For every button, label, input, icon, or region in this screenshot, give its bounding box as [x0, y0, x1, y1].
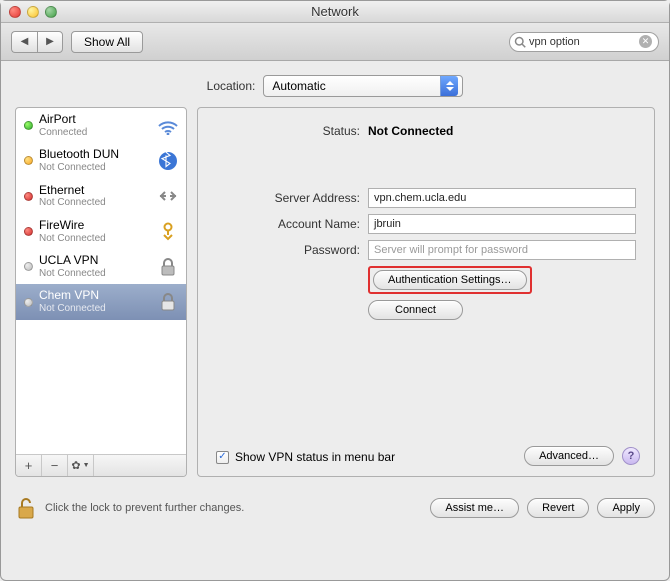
sidebar-item-firewire[interactable]: FireWireNot Connected	[16, 214, 186, 249]
firewire-icon	[156, 220, 180, 244]
search-field[interactable]: vpn option ✕	[509, 32, 659, 52]
location-row: Location: Automatic	[1, 61, 669, 107]
sidebar-item-airport[interactable]: AirPortConnected	[16, 108, 186, 143]
password-input[interactable]: Server will prompt for password	[368, 240, 636, 260]
toolbar: ◀ ▶ Show All vpn option ✕	[1, 23, 669, 61]
service-status: Not Connected	[39, 268, 152, 280]
search-icon	[514, 36, 526, 48]
detail-panel: Status: Not Connected Server Address: vp…	[197, 107, 655, 477]
main-area: AirPortConnectedBluetooth DUNNot Connect…	[1, 107, 669, 487]
status-dot-icon	[24, 192, 33, 201]
sidebar-footer: + − ✿▼	[16, 454, 186, 476]
lock-icon[interactable]	[15, 495, 37, 521]
service-name: Chem VPN	[39, 289, 152, 303]
service-actions-button[interactable]: ✿▼	[68, 455, 94, 476]
services-list: AirPortConnectedBluetooth DUNNot Connect…	[16, 108, 186, 454]
service-name: Ethernet	[39, 184, 152, 198]
status-value: Not Connected	[368, 124, 453, 138]
service-name: AirPort	[39, 113, 152, 127]
service-status: Not Connected	[39, 197, 152, 209]
password-label: Password:	[198, 243, 360, 257]
apply-button[interactable]: Apply	[597, 498, 655, 518]
sidebar-item-ucla-vpn[interactable]: UCLA VPNNot Connected	[16, 249, 186, 284]
status-dot-icon	[24, 121, 33, 130]
dropdown-arrows-icon	[440, 76, 458, 96]
sidebar-item-bluetooth-dun[interactable]: Bluetooth DUNNot Connected	[16, 143, 186, 178]
assist-me-button[interactable]: Assist me…	[430, 498, 519, 518]
bluetooth-icon	[156, 149, 180, 173]
ethernet-icon	[156, 184, 180, 208]
back-button[interactable]: ◀	[11, 31, 37, 53]
titlebar: Network	[1, 1, 669, 23]
airport-icon	[156, 114, 180, 138]
vpn-icon	[156, 290, 180, 314]
account-name-input[interactable]: jbruin	[368, 214, 636, 234]
vpn-icon	[156, 255, 180, 279]
service-status: Not Connected	[39, 162, 152, 174]
window-title: Network	[1, 4, 669, 19]
location-value: Automatic	[272, 79, 325, 93]
clear-search-icon[interactable]: ✕	[639, 35, 652, 48]
show-vpn-status-row: ✓ Show VPN status in menu bar	[216, 450, 395, 464]
location-select[interactable]: Automatic	[263, 75, 463, 97]
advanced-button[interactable]: Advanced…	[524, 446, 614, 466]
server-address-input[interactable]: vpn.chem.ucla.edu	[368, 188, 636, 208]
show-vpn-status-label: Show VPN status in menu bar	[235, 450, 395, 464]
status-dot-icon	[24, 156, 33, 165]
forward-button[interactable]: ▶	[37, 31, 63, 53]
service-name: FireWire	[39, 219, 152, 233]
service-status: Not Connected	[39, 233, 152, 245]
service-status: Not Connected	[39, 303, 152, 315]
service-status: Connected	[39, 127, 152, 139]
service-name: Bluetooth DUN	[39, 148, 152, 162]
service-name: UCLA VPN	[39, 254, 152, 268]
sidebar-item-ethernet[interactable]: EthernetNot Connected	[16, 179, 186, 214]
connect-button[interactable]: Connect	[368, 300, 463, 320]
revert-button[interactable]: Revert	[527, 498, 589, 518]
services-sidebar: AirPortConnectedBluetooth DUNNot Connect…	[15, 107, 187, 477]
nav-segment: ◀ ▶	[11, 31, 63, 53]
account-name-label: Account Name:	[198, 217, 360, 231]
highlight-annotation: Authentication Settings…	[368, 266, 532, 294]
authentication-settings-button[interactable]: Authentication Settings…	[373, 270, 527, 290]
search-text: vpn option	[529, 36, 639, 48]
status-label: Status:	[198, 124, 360, 138]
location-label: Location:	[207, 79, 256, 93]
bottom-bar: Click the lock to prevent further change…	[1, 487, 669, 531]
status-dot-icon	[24, 227, 33, 236]
status-dot-icon	[24, 298, 33, 307]
lock-text: Click the lock to prevent further change…	[45, 502, 244, 514]
remove-service-button[interactable]: −	[42, 455, 68, 476]
add-service-button[interactable]: +	[16, 455, 42, 476]
show-vpn-status-checkbox[interactable]: ✓	[216, 451, 229, 464]
server-address-label: Server Address:	[198, 191, 360, 205]
status-dot-icon	[24, 262, 33, 271]
show-all-button[interactable]: Show All	[71, 31, 143, 53]
sidebar-item-chem-vpn[interactable]: Chem VPNNot Connected	[16, 284, 186, 319]
help-button[interactable]: ?	[622, 447, 640, 465]
